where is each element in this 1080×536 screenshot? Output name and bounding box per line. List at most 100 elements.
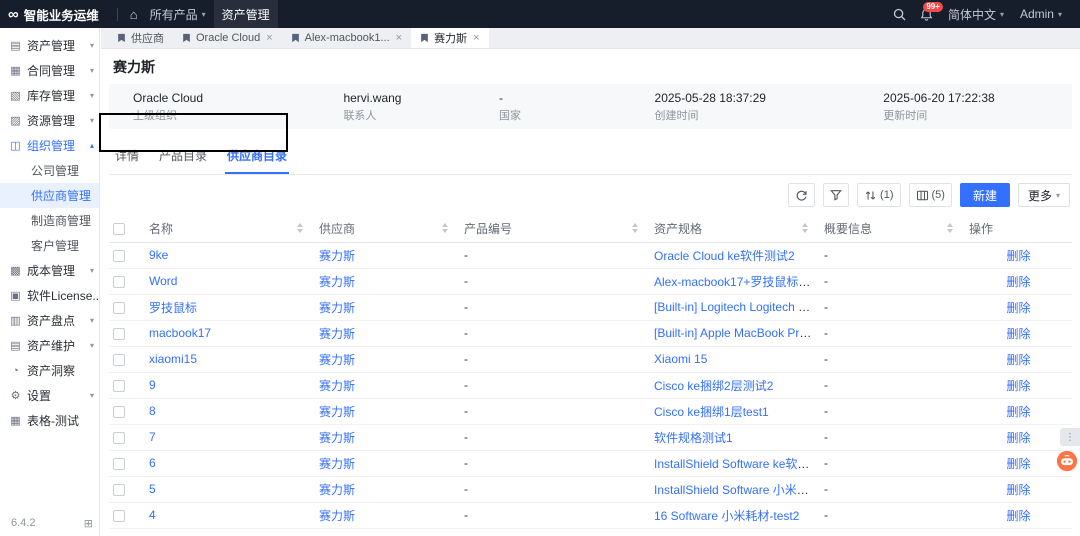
detail-tab[interactable]: 产品目录 (157, 144, 209, 174)
asset-spec-link[interactable]: InstallShield Software 小米耗材-test1 (654, 483, 820, 497)
asset-spec-link[interactable]: [Built-in] Logitech Logitech Desktop Key… (654, 300, 820, 314)
supplier-link[interactable]: 赛力斯 (319, 275, 355, 289)
search-icon[interactable] (886, 0, 913, 28)
item-name-link[interactable]: 4 (149, 508, 156, 522)
item-name-link[interactable]: 9 (149, 378, 156, 392)
supplier-link[interactable]: 赛力斯 (319, 353, 355, 367)
row-checkbox[interactable] (113, 354, 125, 366)
asset-spec-link[interactable]: Alex-macbook17+罗技鼠标+word Word (654, 275, 820, 289)
columns-button[interactable]: (5) (909, 183, 952, 207)
detail-tab[interactable]: 详情 (113, 144, 141, 174)
sidebar-collapse-icon[interactable]: ⊞ (84, 517, 93, 530)
item-name-link[interactable]: 9ke (149, 248, 168, 262)
app-logo[interactable]: ∞ 智能业务运维 (8, 5, 99, 24)
window-tab[interactable]: 赛力斯 × (411, 28, 488, 48)
delete-link[interactable]: 删除 (1006, 405, 1030, 419)
supplier-link[interactable]: 赛力斯 (319, 431, 355, 445)
nav-asset-mgmt[interactable]: 资产管理 (214, 0, 278, 28)
sidebar-item[interactable]: ▥ 资产盘点 ▾ (0, 308, 99, 333)
delete-link[interactable]: 删除 (1006, 379, 1030, 393)
window-tab[interactable]: Oracle Cloud × (173, 28, 282, 48)
delete-link[interactable]: 删除 (1006, 275, 1030, 289)
item-name-link[interactable]: 6 (149, 456, 156, 470)
item-name-link[interactable]: 8 (149, 404, 156, 418)
column-header[interactable]: 操作 (965, 215, 1072, 242)
delete-link[interactable]: 删除 (1006, 509, 1030, 523)
sidebar-item[interactable]: ▧ 库存管理 ▾ (0, 83, 99, 108)
column-header[interactable]: 资产规格 (650, 215, 820, 242)
item-name-link[interactable]: macbook17 (149, 326, 211, 340)
sidebar-item[interactable]: 制造商管理 (0, 208, 99, 233)
sidebar-item[interactable]: ▩ 成本管理 ▾ (0, 258, 99, 283)
row-checkbox[interactable] (113, 432, 125, 444)
column-header[interactable]: 供应商 (315, 215, 460, 242)
delete-link[interactable]: 删除 (1006, 483, 1030, 497)
supplier-link[interactable]: 赛力斯 (319, 457, 355, 471)
sidebar-item[interactable]: 供应商管理 (0, 183, 99, 208)
sidebar-item[interactable]: ▣ 软件License.. ▾ (0, 283, 99, 308)
supplier-link[interactable]: 赛力斯 (319, 327, 355, 341)
tab-close-icon[interactable]: × (396, 32, 402, 44)
sidebar-item[interactable]: ▦ 合同管理 ▾ (0, 58, 99, 83)
column-header[interactable]: 名称 (145, 215, 315, 242)
asset-spec-link[interactable]: Cisco ke捆绑2层测试2 (654, 379, 773, 393)
asset-spec-link[interactable]: 软件规格测试1 (654, 431, 733, 445)
home-icon[interactable]: ⌂ (126, 7, 142, 22)
supplier-link[interactable]: 赛力斯 (319, 509, 355, 523)
sort-icon[interactable] (947, 223, 953, 233)
asset-spec-link[interactable]: Cisco ke捆绑1层test1 (654, 405, 769, 419)
filter-button[interactable] (823, 183, 849, 207)
more-button[interactable]: 更多 ▾ (1018, 183, 1070, 207)
delete-link[interactable]: 删除 (1006, 353, 1030, 367)
nav-all-products[interactable]: 所有产品 ▾ (142, 0, 214, 28)
window-tab[interactable]: 供应商 × (108, 28, 173, 48)
refresh-button[interactable] (788, 183, 815, 207)
window-tab[interactable]: Alex-macbook1... × (282, 28, 411, 48)
supplier-link[interactable]: 赛力斯 (319, 379, 355, 393)
row-checkbox[interactable] (113, 510, 125, 522)
asset-spec-link[interactable]: Oracle Cloud ke软件测试2 (654, 249, 795, 263)
sort-button[interactable]: (1) (857, 183, 900, 207)
sidebar-item[interactable]: ▤ 资产维护 ▾ (0, 333, 99, 358)
item-name-link[interactable]: Word (149, 274, 177, 288)
sort-icon[interactable] (632, 223, 638, 233)
delete-link[interactable]: 删除 (1006, 431, 1030, 445)
asset-spec-link[interactable]: [Built-in] Apple MacBook Pro 17" (654, 326, 820, 340)
asset-spec-link[interactable]: InstallShield Software ke软件规格测试1 (654, 457, 820, 471)
ai-assistant-button[interactable] (1056, 450, 1078, 475)
supplier-link[interactable]: 赛力斯 (319, 483, 355, 497)
column-header[interactable]: 概要信息 (820, 215, 965, 242)
sort-icon[interactable] (802, 223, 808, 233)
sort-icon[interactable] (442, 223, 448, 233)
tab-close-icon[interactable]: × (266, 32, 272, 44)
item-name-link[interactable]: 5 (149, 482, 156, 496)
row-checkbox[interactable] (113, 276, 125, 288)
row-checkbox[interactable] (113, 380, 125, 392)
sidebar-item[interactable]: ⚙ 设置 ▾ (0, 383, 99, 408)
sidebar-item[interactable]: ◫ 组织管理 ▴ (0, 133, 99, 158)
row-checkbox[interactable] (113, 302, 125, 314)
delete-link[interactable]: 删除 (1006, 249, 1030, 263)
sidebar-item[interactable]: ▤ 资产管理 ▾ (0, 33, 99, 58)
detail-tab[interactable]: 供应商目录 (225, 144, 289, 174)
supplier-link[interactable]: 赛力斯 (319, 405, 355, 419)
language-selector[interactable]: 简体中文 ▾ (940, 0, 1012, 28)
side-tool-widget[interactable]: ⋮ (1060, 428, 1080, 446)
user-menu[interactable]: Admin ▾ (1012, 0, 1070, 28)
sidebar-item[interactable]: ◔ 资产洞察 (0, 358, 99, 383)
asset-spec-link[interactable]: Xiaomi 15 (654, 352, 707, 366)
notification-bell-icon[interactable]: 99+ (913, 0, 940, 28)
delete-link[interactable]: 删除 (1006, 457, 1030, 471)
sort-icon[interactable] (297, 223, 303, 233)
row-checkbox[interactable] (113, 406, 125, 418)
item-name-link[interactable]: 罗技鼠标 (149, 301, 197, 315)
row-checkbox[interactable] (113, 484, 125, 496)
delete-link[interactable]: 删除 (1006, 301, 1030, 315)
row-checkbox[interactable] (113, 250, 125, 262)
select-all-checkbox[interactable] (113, 223, 125, 235)
supplier-link[interactable]: 赛力斯 (319, 301, 355, 315)
sidebar-item[interactable]: 公司管理 (0, 158, 99, 183)
asset-spec-link[interactable]: 16 Software 小米耗材-test2 (654, 509, 799, 523)
sidebar-item[interactable]: ▦ 表格-测试 (0, 408, 99, 433)
item-name-link[interactable]: 7 (149, 430, 156, 444)
